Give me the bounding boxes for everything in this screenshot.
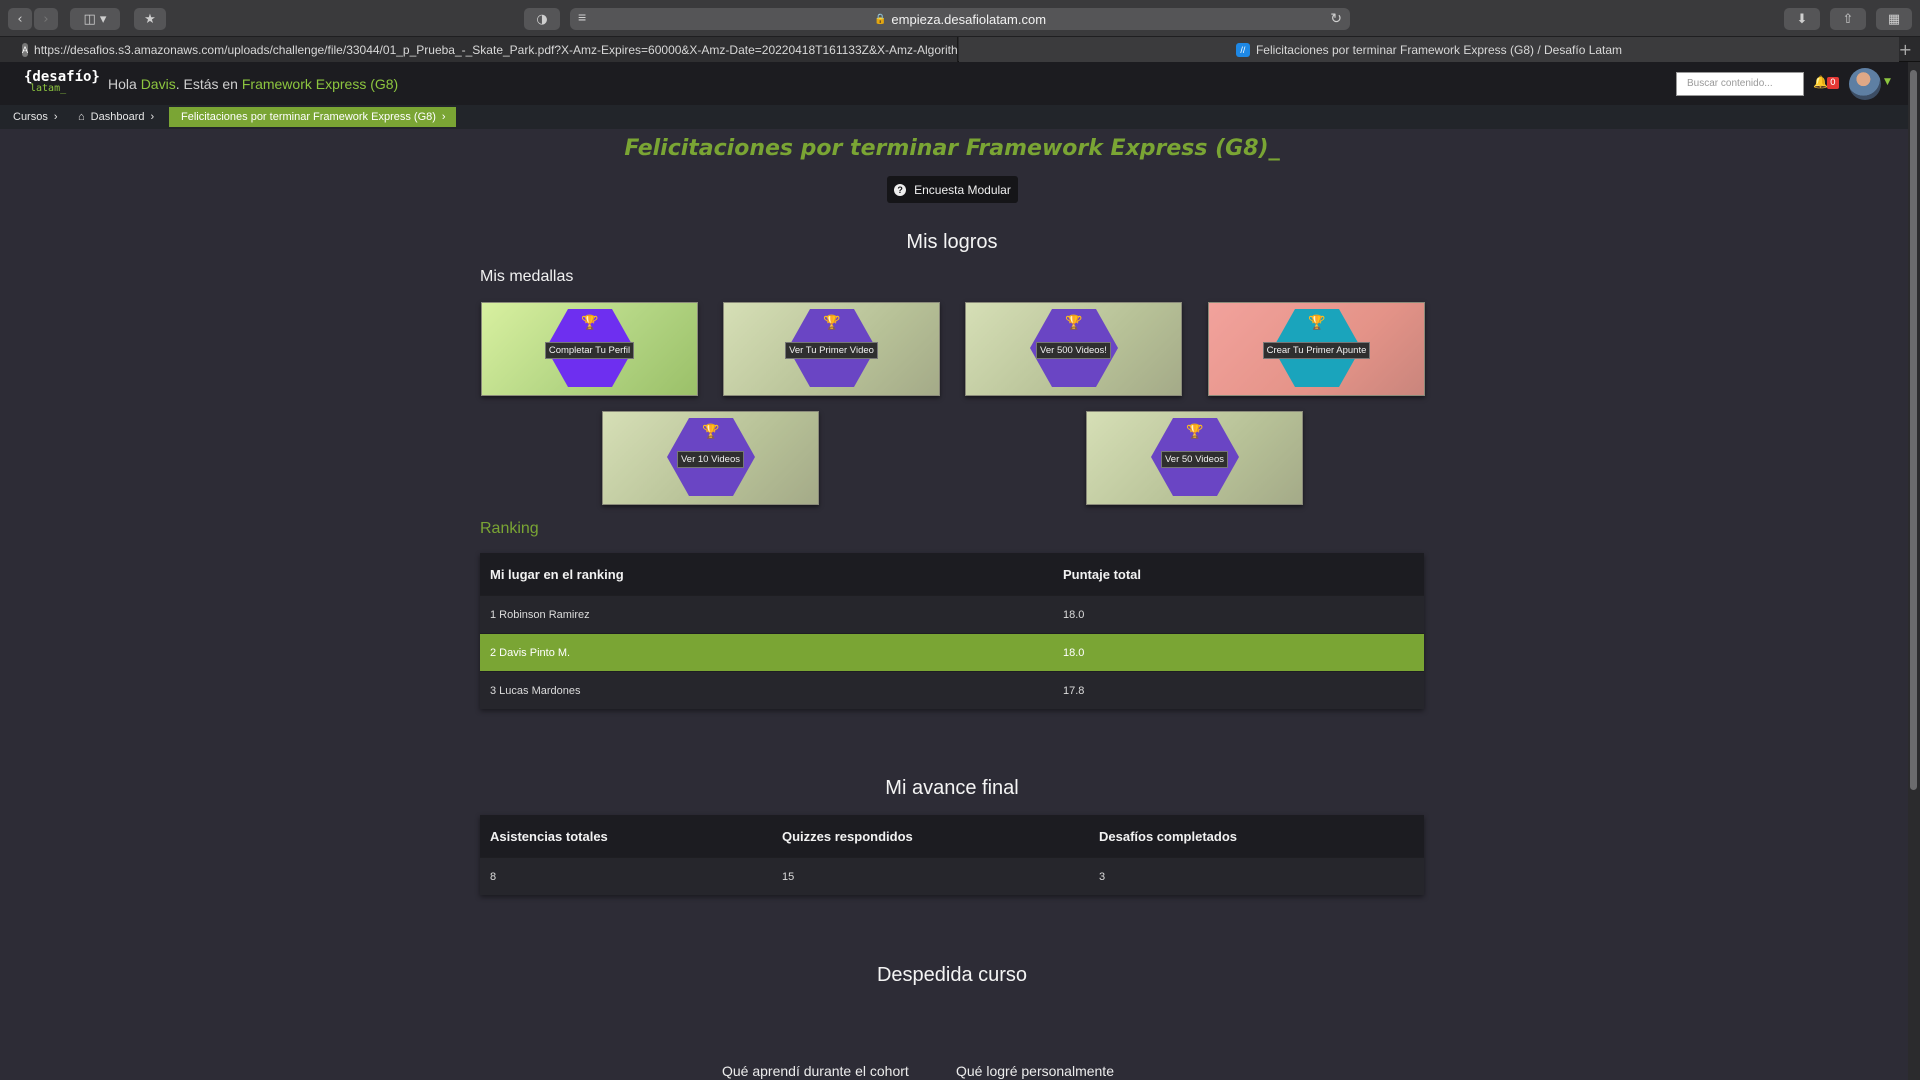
tab-label: Felicitaciones por terminar Framework Ex… xyxy=(1255,42,1623,57)
column-header: Quizzes respondidos xyxy=(782,828,913,844)
tab-label: https://desafios.s3.amazonaws.com/upload… xyxy=(34,42,958,57)
trophy-icon: 🏆 xyxy=(823,315,841,331)
browser-toolbar: ‹ › ◫ ▾ ★ ◑ ≡ 🔒 empieza.desafiolatam.com… xyxy=(0,0,1920,37)
trophy-icon: 🏆 xyxy=(581,315,599,331)
survey-button-label: Encuesta Modular xyxy=(914,182,1011,197)
ranking-score: 18.0 xyxy=(1063,608,1085,621)
question-icon: ? xyxy=(894,183,907,196)
notification-badge: 0 xyxy=(1827,77,1839,89)
home-icon: ⌂ xyxy=(78,111,85,123)
trophy-icon: 🏆 xyxy=(1186,424,1204,440)
table-row: 8 15 3 xyxy=(480,857,1424,895)
url-text: empieza.desafiolatam.com xyxy=(891,11,1047,27)
greeting-prefix: Hola xyxy=(108,76,137,92)
forward-icon[interactable]: › xyxy=(34,8,58,30)
progress-title: Mi avance final xyxy=(885,777,1019,799)
medal-label: Ver 10 Videos xyxy=(677,451,744,468)
breadcrumb: Cursos › ⌂ Dashboard › Felicitaciones po… xyxy=(0,105,1908,129)
survey-button[interactable]: ? Encuesta Modular xyxy=(887,176,1018,203)
sidebar-toggle-icon[interactable]: ◫ ▾ xyxy=(70,8,120,30)
site-header: {desafío} latam_ Hola Davis. Estás en Fr… xyxy=(0,62,1908,105)
tab-overview-icon[interactable]: ▦ xyxy=(1876,8,1912,30)
bell-icon[interactable]: 🔔 xyxy=(1813,75,1828,89)
medal-card[interactable]: 🏆 Completar Tu Perfil xyxy=(481,302,698,396)
page-scrollbar[interactable] xyxy=(1908,62,1920,1080)
medals-heading: Mis medallas xyxy=(480,268,574,285)
chevron-right-icon: › xyxy=(441,111,446,123)
medal-card[interactable]: 🏆 Ver 10 Videos xyxy=(602,411,819,505)
course-name[interactable]: Framework Express (G8) xyxy=(242,76,398,92)
privacy-shield-icon[interactable]: ◑ xyxy=(524,8,560,30)
tab-pdf[interactable]: A https://desafios.s3.amazonaws.com/uplo… xyxy=(0,37,958,62)
column-header: Mi lugar en el ranking xyxy=(490,566,624,582)
medal-label: Crear Tu Primer Apunte xyxy=(1262,342,1371,359)
lock-icon: 🔒 xyxy=(873,13,887,25)
ranking-place: 3 Lucas Mardones xyxy=(490,684,581,697)
tab-active[interactable]: // Felicitaciones por terminar Framework… xyxy=(959,37,1899,62)
ranking-place: 2 Davis Pinto M. xyxy=(490,646,571,659)
trophy-icon: 🏆 xyxy=(1308,315,1326,331)
achievements-title: Mis logros xyxy=(906,231,998,253)
page-title: Felicitaciones por terminar Framework Ex… xyxy=(624,136,1280,161)
column-header: Desafíos completados xyxy=(1099,828,1237,844)
reader-icon[interactable]: ≡ xyxy=(578,9,586,25)
ranking-table: Mi lugar en el ranking Puntaje total 1 R… xyxy=(480,553,1424,709)
share-icon[interactable]: ⇧ xyxy=(1830,8,1866,30)
farewell-link-learned[interactable]: Qué aprendí durante el cohort xyxy=(722,1063,909,1079)
table-row: 3 Lucas Mardones 17.8 xyxy=(480,671,1424,709)
breadcrumb-current[interactable]: Felicitaciones por terminar Framework Ex… xyxy=(169,107,456,127)
reload-icon[interactable]: ↻ xyxy=(1330,10,1342,27)
medal-card[interactable]: 🏆 Ver 500 Videos! xyxy=(965,302,1182,396)
address-bar[interactable]: ≡ 🔒 empieza.desafiolatam.com ↻ xyxy=(570,8,1350,30)
medal-card[interactable]: 🏆 Ver Tu Primer Video xyxy=(723,302,940,396)
table-header: Asistencias totales Quizzes respondidos … xyxy=(480,815,1424,857)
breadcrumb-label: Dashboard xyxy=(90,111,145,123)
attendance-value: 8 xyxy=(490,870,497,883)
farewell-title: Despedida curso xyxy=(876,964,1028,986)
table-header: Mi lugar en el ranking Puntaje total xyxy=(480,553,1424,595)
tab-favicon: A xyxy=(22,42,29,57)
medal-card[interactable]: 🏆 Ver 50 Videos xyxy=(1086,411,1303,505)
quizzes-value: 15 xyxy=(782,870,795,883)
tab-strip: A https://desafios.s3.amazonaws.com/uplo… xyxy=(0,37,1920,62)
challenges-value: 3 xyxy=(1099,870,1106,883)
breadcrumb-cursos[interactable]: Cursos › xyxy=(3,107,68,127)
ranking-heading: Ranking xyxy=(480,520,539,537)
trophy-icon: 🏆 xyxy=(1065,315,1083,331)
medal-card[interactable]: 🏆 Crear Tu Primer Apunte xyxy=(1208,302,1425,396)
chevron-right-icon: › xyxy=(53,111,58,123)
new-tab-icon[interactable]: + xyxy=(1899,40,1912,59)
tab-favicon: // xyxy=(1235,42,1250,57)
back-icon[interactable]: ‹ xyxy=(8,8,32,30)
ranking-score: 17.8 xyxy=(1063,684,1085,697)
bookmarks-icon[interactable]: ★ xyxy=(134,8,166,30)
column-header: Asistencias totales xyxy=(490,828,608,844)
greeting: Hola Davis. Estás en Framework Express (… xyxy=(108,76,398,92)
ranking-place: 1 Robinson Ramirez xyxy=(490,608,590,621)
ranking-score: 18.0 xyxy=(1063,646,1085,659)
greeting-middle: . Estás en xyxy=(175,76,238,92)
breadcrumb-label: Felicitaciones por terminar Framework Ex… xyxy=(181,111,436,123)
trophy-icon: 🏆 xyxy=(702,424,720,440)
medal-label: Completar Tu Perfil xyxy=(544,342,635,359)
farewell-link-achieved[interactable]: Qué logré personalmente xyxy=(956,1063,1114,1079)
progress-table: Asistencias totales Quizzes respondidos … xyxy=(480,815,1424,895)
logo[interactable]: {desafío} latam_ xyxy=(24,70,100,95)
chevron-down-icon[interactable]: ▼ xyxy=(1884,77,1891,87)
table-row: 1 Robinson Ramirez 18.0 xyxy=(480,595,1424,633)
breadcrumb-dashboard[interactable]: ⌂ Dashboard › xyxy=(68,107,164,127)
column-header: Puntaje total xyxy=(1063,566,1142,582)
medal-label: Ver 500 Videos! xyxy=(1036,342,1111,359)
scroll-thumb[interactable] xyxy=(1910,70,1917,790)
search-input[interactable]: Buscar contenido... xyxy=(1676,72,1804,96)
medal-label: Ver 50 Videos xyxy=(1161,451,1228,468)
medal-label: Ver Tu Primer Video xyxy=(785,342,878,359)
user-name: Davis xyxy=(140,76,176,92)
downloads-icon[interactable]: ⬇ xyxy=(1784,8,1820,30)
table-row-current-user: 2 Davis Pinto M. 18.0 xyxy=(480,633,1424,671)
avatar[interactable] xyxy=(1849,68,1881,100)
chevron-right-icon: › xyxy=(150,111,155,123)
breadcrumb-label: Cursos xyxy=(13,111,48,123)
